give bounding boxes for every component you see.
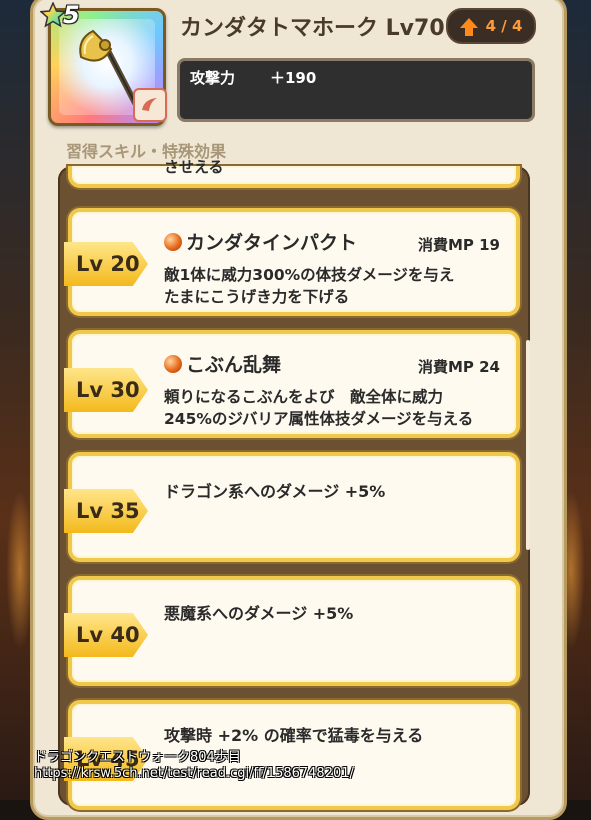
stat-label: 攻撃力 bbox=[190, 69, 236, 87]
skill-name: こぶん乱舞 bbox=[164, 350, 281, 377]
skill-description-line1: 頼りになるこぶんをよび 敵全体に威力 bbox=[164, 388, 444, 406]
upgrade-arrow-icon bbox=[459, 18, 478, 36]
passive-card[interactable]: Lv 40 悪魔系へのダメージ +5% bbox=[64, 576, 520, 686]
watermark-url: https://krsw.5ch.net/test/read.cgi/ff/15… bbox=[34, 766, 354, 781]
list-item-partial: させえる bbox=[68, 158, 520, 188]
watermark-title: ドラゴンクエストウォーク804歩目 bbox=[34, 750, 241, 765]
passive-effect-text: 悪魔系へのダメージ +5% bbox=[164, 604, 354, 623]
level-tag: Lv 35 bbox=[64, 489, 148, 533]
level-tag: Lv 20 bbox=[64, 242, 148, 286]
skill-card[interactable]: Lv 30 こぶん乱舞 消費MP 24 頼りになるこぶんをよび 敵全体に威力 2… bbox=[64, 330, 520, 438]
level-label: Lv 40 bbox=[76, 623, 140, 647]
passive-card[interactable]: Lv 35 ドラゴン系へのダメージ +5% bbox=[64, 452, 520, 562]
stat-box: 攻撃力 ＋190 bbox=[177, 58, 535, 122]
passive-effect-text: 攻撃時 +2% の確率で猛毒を与える bbox=[164, 726, 424, 745]
level-label: Lv 30 bbox=[76, 378, 140, 402]
upgrade-badge: 4 / 4 bbox=[446, 8, 536, 44]
weapon-type-glyph bbox=[142, 98, 157, 111]
stat-value: ＋190 bbox=[270, 69, 317, 87]
partial-text: させえる bbox=[164, 158, 224, 176]
skill-description-line2: 245%のジバリア属性体技ダメージを与える bbox=[164, 410, 474, 428]
scrollbar[interactable] bbox=[526, 340, 530, 550]
level-label: Lv 35 bbox=[76, 499, 140, 523]
skill-name-text: カンダタインパクト bbox=[186, 232, 358, 254]
skill-mp-cost: 消費MP 24 bbox=[417, 358, 500, 376]
level-tag: Lv 40 bbox=[64, 613, 148, 657]
skill-description-line2: たまにこうげき力を下げる bbox=[164, 288, 350, 306]
skill-mp-cost: 消費MP 19 bbox=[417, 236, 500, 254]
rarity-badge: 5 bbox=[40, 0, 106, 30]
skill-description-line1: 敵1体に威力300%の体技ダメージを与え bbox=[164, 266, 455, 284]
skill-name: カンダタインパクト bbox=[164, 228, 357, 255]
skill-card[interactable]: Lv 20 カンダタインパクト 消費MP 19 敵1体に威力300%の体技ダメー… bbox=[64, 208, 520, 316]
level-label: Lv 20 bbox=[76, 252, 140, 276]
rarity-number: 5 bbox=[63, 1, 80, 29]
skill-name-text: こぶん乱舞 bbox=[186, 354, 282, 376]
weapon-type-icon bbox=[133, 88, 167, 122]
skill-orb-icon bbox=[164, 232, 182, 251]
axe-icon bbox=[79, 29, 138, 106]
skill-orb-icon bbox=[164, 354, 182, 373]
passive-effect-text: ドラゴン系へのダメージ +5% bbox=[164, 482, 386, 501]
level-tag: Lv 30 bbox=[64, 368, 148, 412]
upgrade-count: 4 / 4 bbox=[485, 17, 523, 35]
weapon-name: カンダタトマホーク Lv70 bbox=[180, 16, 445, 41]
